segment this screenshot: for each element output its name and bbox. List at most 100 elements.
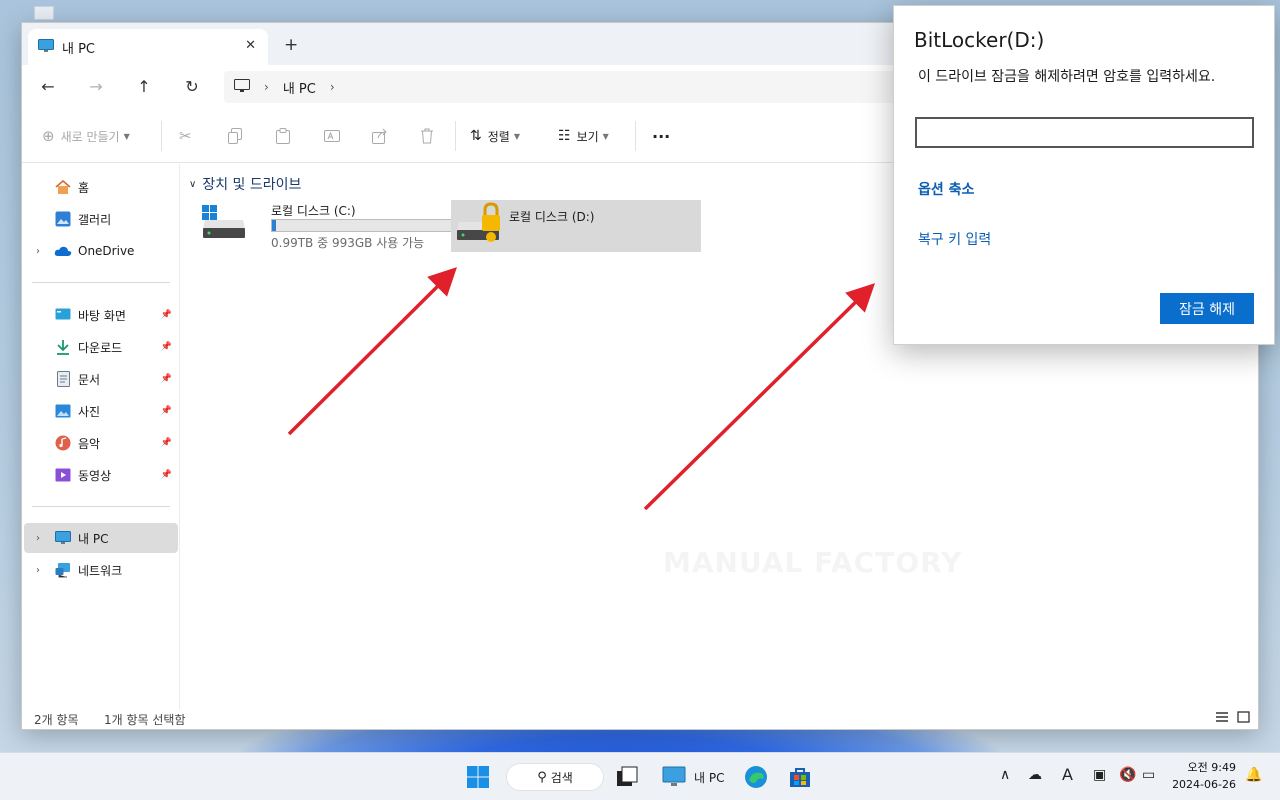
sidebar-item-downloads[interactable]: 다운로드 📌 [24, 332, 178, 362]
cloud-icon [54, 242, 72, 260]
sidebar-item-videos[interactable]: 동영상 📌 [24, 460, 178, 490]
edge-icon [745, 766, 767, 788]
sidebar-item-documents[interactable]: 문서 📌 [24, 364, 178, 394]
close-tab-icon[interactable]: ✕ [245, 38, 256, 53]
delete-button[interactable] [420, 126, 434, 146]
taskbar-app-photos[interactable] [616, 763, 638, 791]
sidebar-item-label: 네트워크 [78, 563, 123, 578]
chevron-down-icon: ▼ [123, 131, 130, 141]
cut-button[interactable]: ✂ [179, 126, 192, 146]
network-icon [54, 561, 72, 579]
tiles-view-icon[interactable] [1237, 711, 1251, 725]
sidebar-item-network[interactable]: › 네트워크 [24, 555, 178, 585]
tray-overflow-icon[interactable]: ∧ [1000, 767, 1010, 783]
sidebar-item-this-pc[interactable]: › 내 PC [24, 523, 178, 553]
drive-d[interactable]: 로컬 디스크 (D:) [451, 200, 701, 252]
selection-count: 1개 항목 선택함 [104, 713, 186, 727]
breadcrumb-separator[interactable]: › [330, 80, 335, 94]
chevron-down-icon: ▼ [513, 131, 520, 141]
paste-button[interactable] [276, 126, 290, 146]
sidebar-item-label: 갤러리 [78, 212, 112, 227]
drive-c[interactable]: 로컬 디스크 (C:) 0.99TB 중 993GB 사용 가능 [199, 200, 465, 252]
app-icon [617, 766, 638, 786]
ime-icon[interactable]: A [1062, 765, 1073, 784]
sidebar-item-music[interactable]: 음악 📌 [24, 428, 178, 458]
taskbar-app-label: 내 PC [694, 770, 725, 785]
home-icon [54, 178, 72, 196]
pin-icon[interactable]: 📌 [161, 374, 172, 384]
breadcrumb-separator[interactable]: › [264, 80, 269, 94]
sidebar-item-home[interactable]: 홈 [24, 172, 178, 202]
chevron-right-icon[interactable]: › [36, 246, 40, 257]
taskbar-clock[interactable]: 오전 9:49 2024-06-26 [1172, 759, 1236, 793]
forward-button[interactable]: → [84, 75, 108, 99]
fewer-options-link[interactable]: 옵션 축소 [918, 179, 974, 199]
sidebar-divider [32, 282, 170, 283]
document-icon [54, 370, 72, 388]
pin-icon[interactable]: 📌 [161, 438, 172, 448]
taskbar-app-edge[interactable] [744, 763, 768, 791]
sort-icon: ⇅ [470, 128, 482, 144]
pin-icon[interactable]: 📌 [161, 406, 172, 416]
new-tab-button[interactable]: + [284, 35, 298, 55]
rename-button[interactable] [324, 126, 340, 146]
group-header-devices[interactable]: ∨ 장치 및 드라이브 [189, 174, 301, 194]
drive-name: 로컬 디스크 (C:) [271, 204, 356, 218]
drive-name: 로컬 디스크 (D:) [509, 210, 595, 224]
start-button[interactable] [466, 763, 490, 791]
back-button[interactable]: ← [36, 75, 60, 99]
password-input[interactable] [915, 117, 1254, 148]
sidebar-item-onedrive[interactable]: › OneDrive [24, 236, 178, 266]
network-icon[interactable]: ▣ [1093, 767, 1106, 783]
drive-usage-bar [271, 219, 459, 232]
gallery-icon [54, 210, 72, 228]
pin-icon[interactable]: 📌 [161, 342, 172, 352]
copy-button[interactable] [228, 126, 242, 146]
sidebar-divider [32, 506, 170, 507]
sidebar-item-desktop[interactable]: 바탕 화면 📌 [24, 300, 178, 330]
chevron-right-icon[interactable]: › [36, 565, 40, 576]
plus-circle-icon: ⊕ [42, 127, 55, 145]
refresh-button[interactable]: ↻ [180, 75, 204, 99]
share-button[interactable] [372, 126, 388, 146]
monitor-icon [38, 38, 54, 56]
toolbar-divider [161, 121, 162, 151]
address-bar[interactable]: › 내 PC › [224, 71, 924, 103]
more-options-button[interactable]: ··· [652, 126, 670, 146]
view-button[interactable]: ☷ 보기 ▼ [558, 126, 609, 146]
new-label: 새로 만들기 [60, 129, 120, 144]
details-view-icon[interactable] [1215, 711, 1229, 725]
taskbar-app-store[interactable] [788, 763, 812, 791]
share-icon [372, 128, 387, 144]
sidebar-item-label: 바탕 화면 [78, 308, 126, 323]
pin-icon[interactable]: 📌 [161, 310, 172, 320]
sidebar-item-pictures[interactable]: 사진 📌 [24, 396, 178, 426]
sidebar-item-label: 사진 [78, 404, 101, 419]
taskbar-search[interactable]: ⚲ 검색 [506, 763, 604, 791]
recycle-bin-icon[interactable] [34, 6, 54, 20]
new-button[interactable]: ⊕ 새로 만들기 ▼ [42, 126, 130, 146]
chevron-right-icon[interactable]: › [36, 533, 40, 544]
taskbar-app-explorer[interactable]: 내 PC [662, 763, 724, 791]
search-icon: ⚲ [537, 769, 547, 785]
volume-muted-icon[interactable]: 🔇 [1119, 767, 1136, 783]
clock-date: 2024-06-26 [1172, 778, 1236, 791]
item-count: 2개 항목 [34, 713, 79, 727]
battery-icon[interactable]: ▭ [1142, 767, 1155, 783]
notification-bell-icon[interactable]: 🔔 [1245, 767, 1262, 783]
picture-icon [54, 402, 72, 420]
rename-icon [324, 130, 340, 142]
tab-this-pc[interactable]: 내 PC ✕ [28, 29, 268, 65]
sidebar-item-gallery[interactable]: 갤러리 [24, 204, 178, 234]
enter-recovery-key-link[interactable]: 복구 키 입력 [918, 229, 991, 249]
breadcrumb-this-pc[interactable]: 내 PC [283, 78, 316, 97]
pin-icon[interactable]: 📌 [161, 470, 172, 480]
sort-button[interactable]: ⇅ 정렬 ▼ [470, 126, 520, 146]
monitor-icon [662, 766, 686, 786]
cloud-offline-icon[interactable]: ☁ [1028, 767, 1042, 783]
chevron-down-icon: ∨ [189, 178, 197, 190]
sort-label: 정렬 [487, 129, 510, 144]
system-drive-icon [201, 204, 247, 243]
up-button[interactable]: ↑ [132, 75, 156, 99]
unlock-button[interactable]: 잠금 해제 [1160, 293, 1254, 324]
